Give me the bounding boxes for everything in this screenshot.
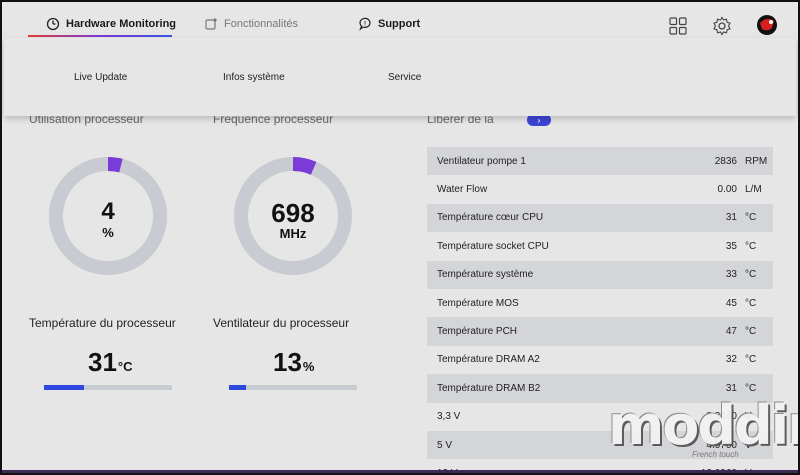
avatar-icon[interactable]: [756, 14, 778, 36]
active-tab-indicator: [28, 35, 172, 37]
cpu-fan-unit: %: [302, 359, 315, 374]
table-row: Température MOS 45 °C: [427, 289, 773, 317]
tab-hardware-monitoring[interactable]: Hardware Monitoring: [46, 12, 176, 36]
sensor-label: Température cœur CPU: [437, 212, 544, 224]
table-row: Ventilateur pompe 1 2836 RPM: [427, 147, 773, 176]
cpu-freq-unit: MHz: [279, 226, 307, 241]
sensor-value: 2836: [714, 155, 737, 167]
sensor-label: Température PCH: [437, 326, 518, 338]
tab-label: Fonctionnalités: [224, 18, 298, 30]
cpu-fan-bar-fill: [229, 385, 246, 390]
table-row: Température PCH 47 °C: [427, 317, 773, 346]
sensor-value: 31: [725, 212, 737, 224]
table-row: Température système 33 °C: [427, 260, 773, 289]
sensor-value: 35: [725, 240, 737, 252]
cpu-usage-unit: %: [102, 225, 114, 240]
sensor-label: Ventilateur pompe 1: [437, 155, 526, 167]
cpu-temp-readout: 31°C: [88, 347, 133, 378]
tab-label: Support: [378, 18, 421, 30]
cpu-fan-readout: 13%: [273, 347, 314, 378]
sensor-unit: °C: [745, 382, 757, 394]
sensor-value: 47: [725, 326, 737, 338]
sensor-unit: °C: [745, 240, 757, 252]
table-row: Water Flow 0.00 L/M: [427, 175, 773, 203]
sensor-unit: °C: [745, 212, 757, 224]
sensor-label: Température système: [437, 269, 534, 281]
grid-icon[interactable]: [668, 16, 688, 36]
sensor-unit: °C: [745, 297, 757, 309]
gear-icon[interactable]: [712, 16, 732, 36]
svg-text:!: !: [364, 22, 366, 28]
cpu-usage-value: 4: [101, 198, 115, 225]
sensor-label: Température socket CPU: [437, 240, 549, 252]
support-icon: !: [358, 17, 372, 31]
sensor-label: Température DRAM A2: [437, 354, 540, 366]
sensor-unit: °C: [745, 354, 757, 366]
sensor-value: 0.00: [717, 184, 737, 196]
sensor-label: 3,3 V: [437, 411, 461, 423]
cpu-freq-value: 698: [271, 198, 315, 228]
taskbar-strip: [2, 470, 798, 473]
app-window: Hardware Monitoring Fonctionnalités ! Su…: [2, 2, 798, 473]
table-row: Température cœur CPU 31 °C: [427, 203, 773, 233]
sensor-value: 32: [725, 354, 737, 366]
sensor-unit: L/M: [745, 184, 762, 196]
cpu-fan-bar: [229, 385, 357, 390]
sensor-unit: °C: [745, 269, 757, 281]
gauge-icon: [46, 17, 60, 31]
submenu-panel: Live Update Infos système Service: [4, 38, 796, 116]
cpu-temp-bar: [44, 385, 172, 390]
table-row: Température DRAM A2 32 °C: [427, 346, 773, 374]
sensor-value: 45: [725, 297, 737, 309]
sensor-label: Température MOS: [437, 297, 519, 309]
sensor-value: 33: [725, 269, 737, 281]
submenu-service[interactable]: Service: [388, 72, 421, 83]
cpu-temp-title: Température du processeur: [29, 316, 176, 330]
watermark-tagline: French touch: [692, 450, 739, 459]
tab-fonctionnalites[interactable]: Fonctionnalités: [204, 12, 298, 36]
tab-support[interactable]: ! Support: [358, 12, 420, 36]
cpu-fan-value: 13: [273, 347, 302, 377]
sensor-label: Température DRAM B2: [437, 382, 541, 394]
sensor-label: 5 V: [437, 439, 453, 451]
tab-label: Hardware Monitoring: [66, 18, 177, 30]
cpu-temp-value: 31: [88, 347, 117, 377]
watermark-logo: modding.fr: [608, 394, 798, 457]
table-row: Température socket CPU 35 °C: [427, 232, 773, 260]
submenu-infos-systeme[interactable]: Infos système: [223, 72, 285, 83]
sensor-label: Water Flow: [437, 184, 488, 196]
cpu-fan-title: Ventilateur du processeur: [213, 316, 350, 330]
cpu-temp-unit: °C: [117, 359, 133, 374]
submenu-live-update[interactable]: Live Update: [74, 72, 127, 83]
cpu-temp-bar-fill: [44, 385, 84, 390]
sensor-value: 31: [725, 382, 737, 394]
sensor-unit: °C: [745, 326, 757, 338]
top-nav: Hardware Monitoring Fonctionnalités ! Su…: [2, 2, 798, 38]
feature-icon: [204, 17, 218, 31]
sensor-unit: RPM: [745, 155, 768, 167]
